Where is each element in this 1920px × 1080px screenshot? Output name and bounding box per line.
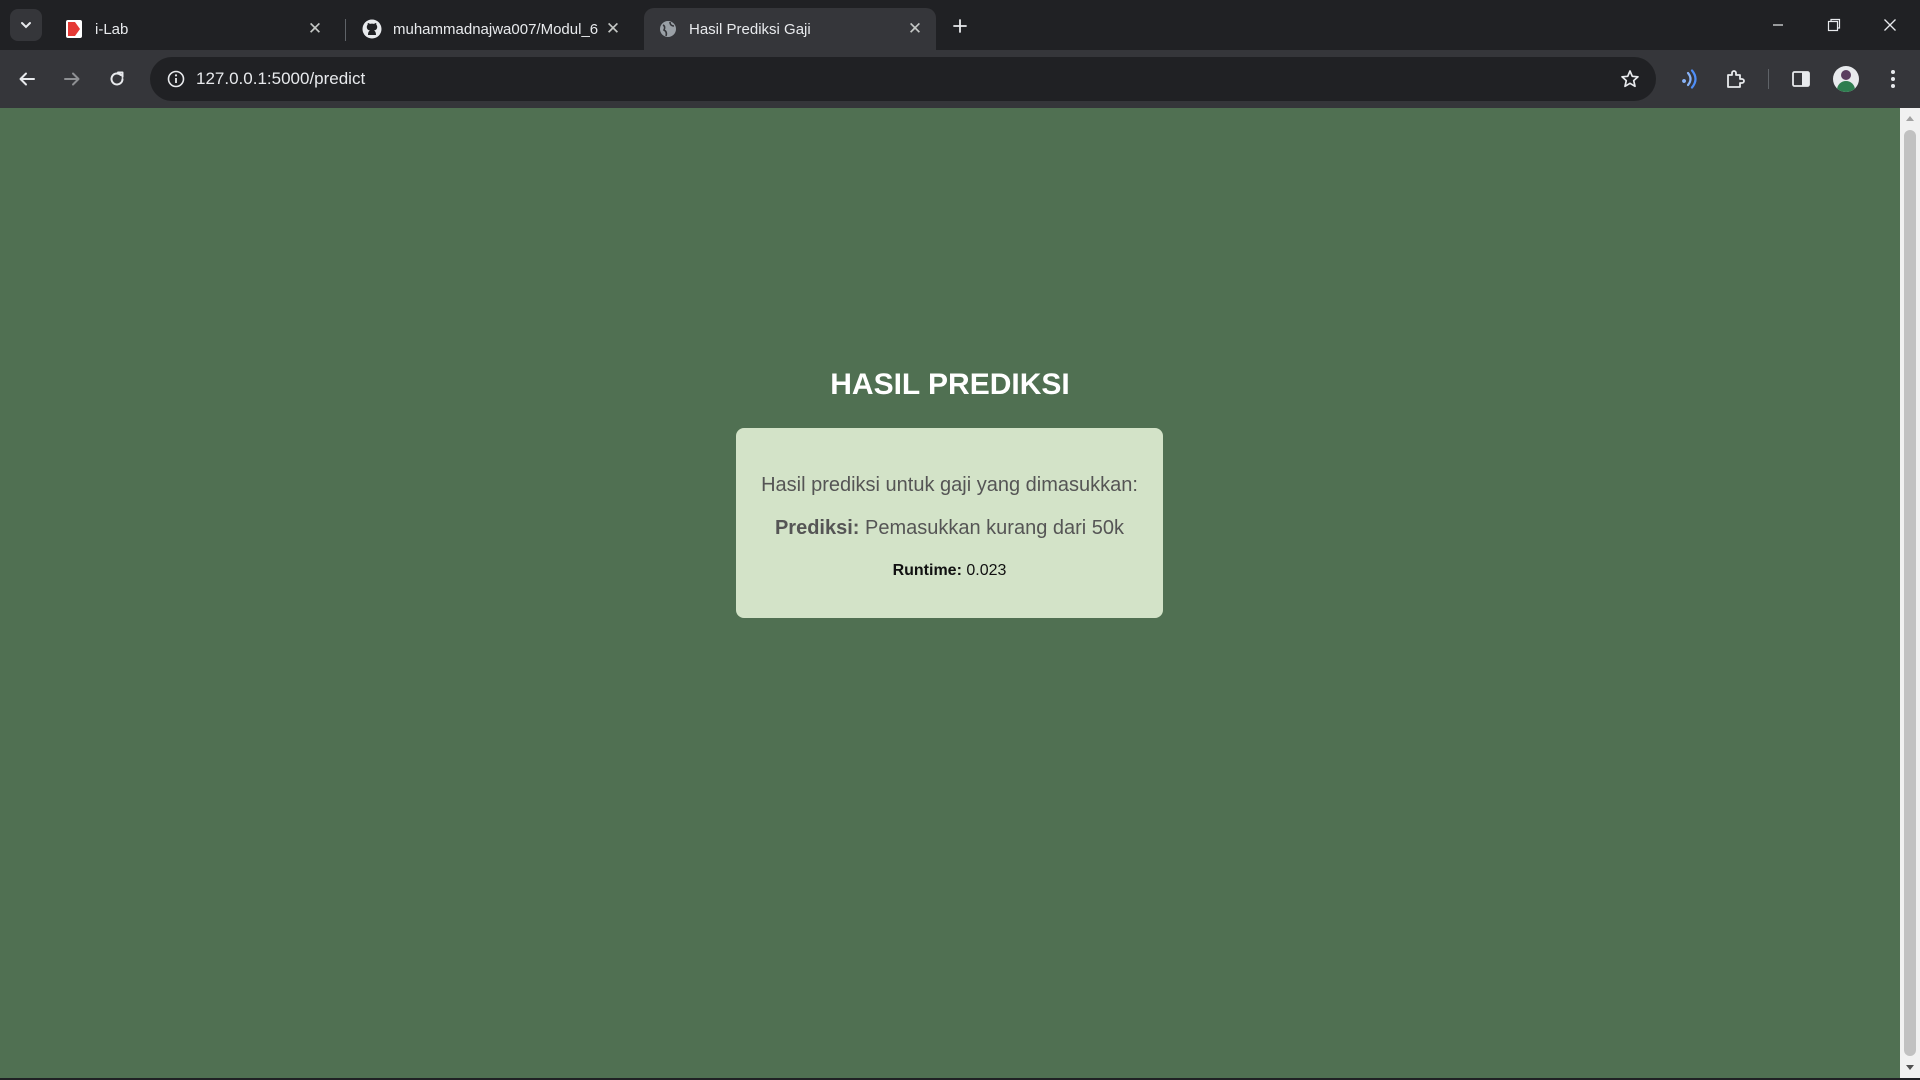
reload-button[interactable] bbox=[99, 61, 135, 97]
new-tab-button[interactable] bbox=[946, 12, 974, 40]
globe-icon bbox=[658, 19, 678, 39]
prediction-line: Prediksi: Pemasukkan kurang dari 50k bbox=[736, 517, 1163, 540]
browser-toolbar: 127.0.0.1:5000/predict bbox=[0, 50, 1920, 108]
tab-github[interactable]: muhammadnajwa007/Modul_6 ✕ bbox=[348, 8, 634, 50]
minimize-button[interactable] bbox=[1750, 0, 1806, 50]
restore-button[interactable] bbox=[1806, 0, 1862, 50]
close-icon[interactable]: ✕ bbox=[602, 18, 624, 40]
menu-kebab-icon[interactable] bbox=[1877, 63, 1909, 95]
arrow-right-icon bbox=[64, 72, 80, 86]
runtime-value: 0.023 bbox=[966, 562, 1007, 579]
runtime-label: Runtime: bbox=[892, 562, 962, 579]
read-aloud-icon[interactable] bbox=[1673, 63, 1705, 95]
github-icon bbox=[362, 19, 382, 39]
site-info-icon[interactable] bbox=[160, 63, 192, 95]
tab-title: muhammadnajwa007/Modul_6 bbox=[393, 20, 599, 38]
plus-icon bbox=[953, 19, 967, 33]
chevron-down-icon bbox=[21, 22, 31, 29]
tab-title: Hasil Prediksi Gaji bbox=[689, 20, 811, 38]
scroll-up-arrow-icon[interactable] bbox=[1900, 108, 1920, 128]
result-card: Hasil prediksi untuk gaji yang dimasukka… bbox=[736, 428, 1163, 618]
prediction-value: Pemasukkan kurang dari 50k bbox=[865, 517, 1125, 539]
close-window-button[interactable] bbox=[1862, 0, 1918, 50]
tab-ilab[interactable]: i-Lab ✕ bbox=[50, 8, 336, 50]
toolbar-divider bbox=[1768, 69, 1769, 89]
tab-title: i-Lab bbox=[95, 20, 129, 38]
avatar bbox=[1833, 66, 1859, 92]
back-button[interactable] bbox=[9, 61, 45, 97]
address-bar[interactable]: 127.0.0.1:5000/predict bbox=[150, 57, 1656, 101]
tab-strip: i-Lab ✕ muhammadnajwa007/Modul_6 ✕ Hasil… bbox=[0, 0, 1920, 50]
extensions-puzzle-icon[interactable] bbox=[1720, 63, 1752, 95]
tab-hasil-prediksi[interactable]: Hasil Prediksi Gaji ✕ bbox=[644, 8, 936, 50]
url-text[interactable]: 127.0.0.1:5000/predict bbox=[196, 69, 365, 89]
close-icon bbox=[1884, 19, 1896, 31]
runtime-line: Runtime: 0.023 bbox=[736, 562, 1163, 580]
minimize-icon bbox=[1773, 24, 1783, 26]
arrow-left-icon bbox=[19, 72, 35, 86]
tab-separator bbox=[345, 19, 346, 41]
page-viewport: HASIL PREDIKSI Hasil prediksi untuk gaji… bbox=[0, 108, 1900, 1078]
side-panel-icon[interactable] bbox=[1785, 63, 1817, 95]
scrollbar-thumb[interactable] bbox=[1904, 130, 1916, 1056]
profile-avatar-button[interactable] bbox=[1830, 63, 1862, 95]
prediction-label: Prediksi: bbox=[774, 517, 860, 539]
bookmark-star-icon[interactable] bbox=[1616, 65, 1644, 93]
scroll-down-arrow-icon[interactable] bbox=[1900, 1058, 1920, 1078]
reload-icon bbox=[110, 71, 124, 86]
vertical-scrollbar[interactable] bbox=[1900, 108, 1920, 1078]
page-title: HASIL PREDIKSI bbox=[830, 368, 1070, 401]
result-intro-text: Hasil prediksi untuk gaji yang dimasukka… bbox=[761, 474, 1138, 496]
ilab-favicon bbox=[64, 19, 84, 39]
tab-search-button[interactable] bbox=[10, 9, 42, 41]
restore-icon bbox=[1827, 18, 1841, 32]
forward-button[interactable] bbox=[54, 61, 90, 97]
close-icon[interactable]: ✕ bbox=[304, 18, 326, 40]
close-icon[interactable]: ✕ bbox=[904, 18, 926, 40]
